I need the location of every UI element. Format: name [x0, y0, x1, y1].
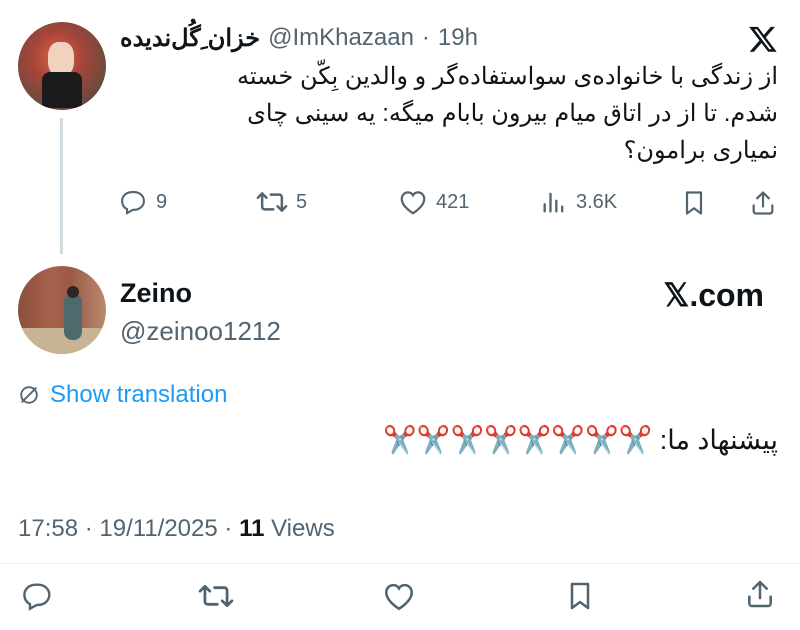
tweet-text-line-3: نمیاری برامون؟: [623, 137, 778, 164]
show-translation-link[interactable]: Show translation: [18, 381, 227, 409]
reply-action[interactable]: 9: [120, 188, 167, 216]
like-action[interactable]: 421: [398, 188, 469, 216]
reply-text: پیشنهاد ما: ✂️✂️✂️✂️✂️✂️✂️✂️: [383, 425, 778, 455]
display-name[interactable]: خزان ِگُل‌ندیده: [120, 24, 260, 53]
views-action[interactable]: 3.6K: [540, 188, 617, 216]
tweet-header: خزان ِگُل‌ندیده @ImKhazaan · 19h: [120, 22, 478, 54]
translate-globe-icon: [18, 384, 40, 406]
share-icon[interactable]: [749, 189, 777, 217]
divider: [0, 563, 800, 564]
tweet-text-line-2: شدم. تا از در اتاق میام بیرون بابام میگه…: [247, 100, 778, 127]
share-icon[interactable]: [744, 578, 776, 610]
separator-dot: ·: [421, 24, 430, 51]
avatar-khazaan[interactable]: [18, 22, 106, 110]
bookmark-icon[interactable]: [564, 580, 596, 612]
thread-line: [60, 118, 63, 254]
like-icon[interactable]: [382, 580, 416, 612]
repost-action[interactable]: 5: [256, 188, 307, 216]
reply-count: 9: [156, 190, 168, 213]
post-timestamp: 17:58 · 19/11/2025 · 11 Views: [18, 515, 335, 543]
like-icon: [398, 188, 428, 216]
bookmark-icon[interactable]: [680, 189, 708, 217]
views-label: Views: [264, 515, 335, 542]
views-count: 3.6K: [576, 190, 618, 213]
reply-icon: [120, 188, 148, 216]
like-count: 421: [436, 190, 470, 213]
repost-icon[interactable]: [198, 580, 234, 612]
reply-icon[interactable]: [22, 580, 54, 612]
timestamp-text: 17:58 · 19/11/2025 ·: [18, 515, 240, 542]
repost-icon: [256, 188, 288, 216]
tweet-text: از زندگی با خانواده‌ی سواستفاده‌گر و وال…: [118, 58, 778, 169]
show-translation-label: Show translation: [50, 381, 228, 408]
xcom-brand-label: 𝕏.com: [663, 277, 764, 313]
reply-user-handle[interactable]: @zeinoo1212: [120, 316, 281, 347]
x-logo-icon[interactable]: [748, 24, 778, 54]
views-icon: [540, 188, 568, 216]
user-handle[interactable]: @ImKhazaan: [268, 24, 414, 52]
post-time[interactable]: 19h: [438, 24, 478, 52]
views-number[interactable]: 11: [239, 515, 264, 542]
tweet-text-line-1: از زندگی با خانواده‌ی سواستفاده‌گر و وال…: [236, 63, 778, 90]
avatar-zeino[interactable]: [18, 266, 106, 354]
repost-count: 5: [296, 190, 308, 213]
reply-display-name[interactable]: Zeino: [120, 278, 192, 309]
